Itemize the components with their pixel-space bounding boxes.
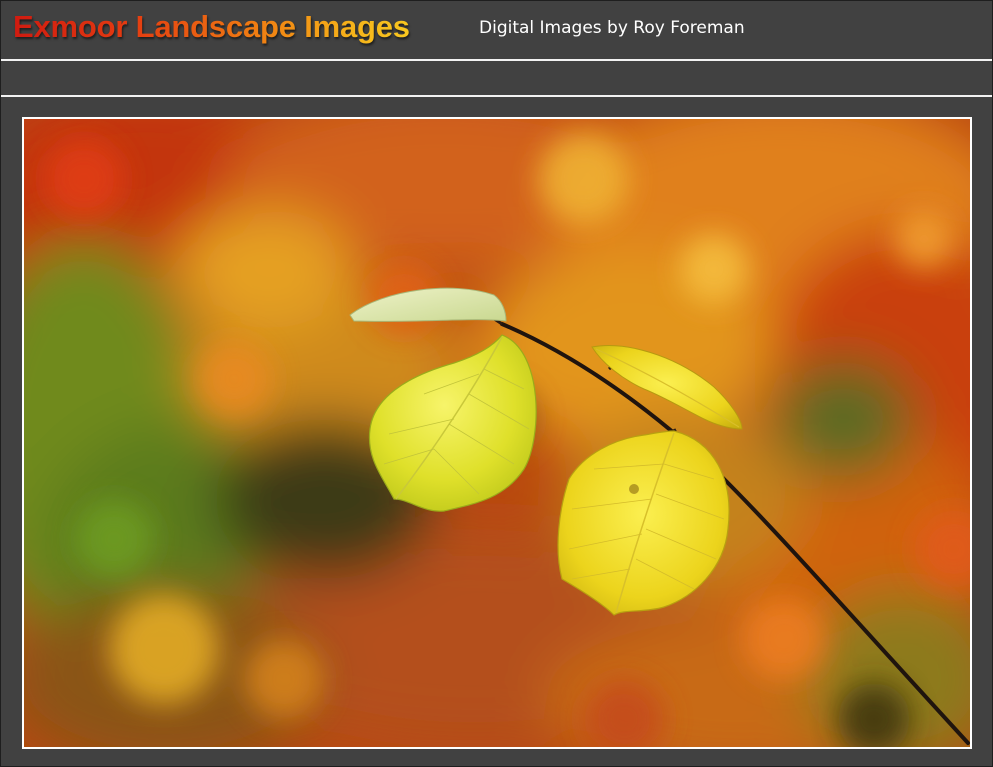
main-photo [22, 117, 972, 749]
site-title[interactable]: Exmoor Landscape Images [13, 9, 410, 45]
navigation-bar [1, 61, 992, 97]
page: Exmoor Landscape Images Digital Images b… [0, 0, 993, 767]
site-header: Exmoor Landscape Images Digital Images b… [1, 1, 992, 61]
autumn-leaves-photo [24, 119, 970, 747]
site-subtitle: Digital Images by Roy Foreman [479, 18, 745, 38]
